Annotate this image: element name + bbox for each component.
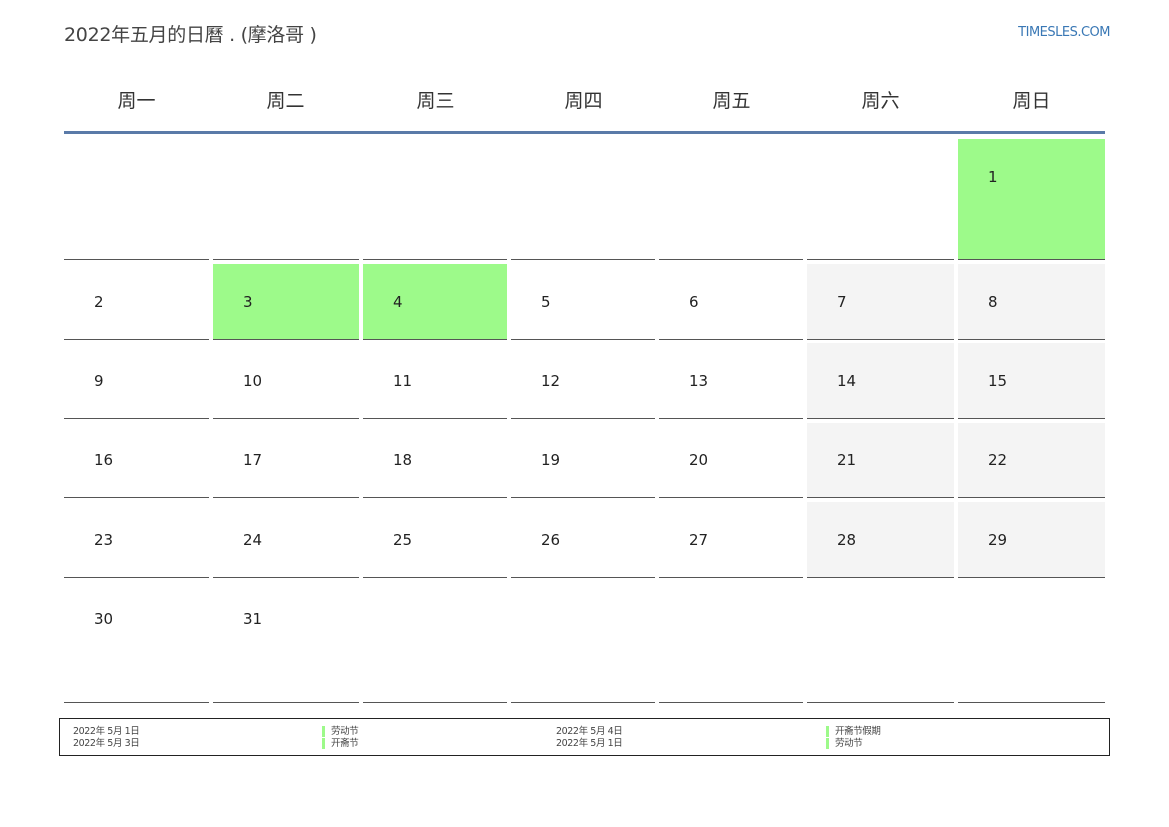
day-number: 11 [393, 372, 413, 390]
day-cell[interactable]: 12 [511, 343, 655, 419]
day-number: 7 [837, 293, 847, 311]
day-cell-holiday[interactable]: 4 [363, 264, 507, 340]
empty-cell [64, 139, 209, 260]
day-cell[interactable]: 23 [64, 502, 209, 578]
day-number: 12 [541, 372, 561, 390]
weekday-sun: 周日 [1012, 90, 1051, 112]
day-number: 29 [988, 531, 1008, 549]
day-cell-weekend[interactable]: 15 [958, 343, 1105, 419]
day-cell-holiday[interactable]: 3 [213, 264, 359, 340]
day-cell[interactable]: 9 [64, 343, 209, 419]
day-cell-holiday[interactable]: 1 [958, 139, 1105, 260]
empty-cell [511, 582, 655, 703]
day-number: 14 [837, 372, 857, 390]
weekday-thu: 周四 [564, 90, 603, 112]
day-cell[interactable]: 10 [213, 343, 359, 419]
day-number: 24 [243, 531, 263, 549]
day-cell[interactable]: 18 [363, 423, 507, 498]
legend-holiday-name: 劳动节 [322, 726, 359, 737]
day-cell-weekend[interactable]: 22 [958, 423, 1105, 498]
weekday-header: 周一 周二 周三 周四 周五 周六 周日 [64, 86, 1105, 116]
site-link[interactable]: TIMESLES.COM [1018, 25, 1110, 40]
day-number: 23 [94, 531, 114, 549]
empty-cell [363, 582, 507, 703]
day-number: 4 [393, 293, 403, 311]
day-number: 21 [837, 451, 857, 469]
day-number: 1 [988, 168, 998, 186]
day-number: 3 [243, 293, 253, 311]
day-cell[interactable]: 26 [511, 502, 655, 578]
legend-holiday-name: 开斋节假期 [826, 726, 881, 737]
day-cell-weekend[interactable]: 28 [807, 502, 954, 578]
day-cell-weekend[interactable]: 7 [807, 264, 954, 340]
weekday-wed: 周三 [416, 90, 455, 112]
header-divider [64, 131, 1105, 134]
day-cell[interactable]: 24 [213, 502, 359, 578]
weekday-fri: 周五 [712, 90, 751, 112]
day-number: 28 [837, 531, 857, 549]
legend-date: 2022年 5月 4日 [556, 726, 623, 737]
day-cell[interactable]: 2 [64, 264, 209, 340]
day-cell[interactable]: 19 [511, 423, 655, 498]
empty-cell [807, 582, 954, 703]
weekday-mon: 周一 [117, 90, 156, 112]
day-number: 27 [689, 531, 709, 549]
day-number: 30 [94, 610, 114, 628]
day-number: 17 [243, 451, 263, 469]
day-number: 6 [689, 293, 699, 311]
day-number: 20 [689, 451, 709, 469]
day-number: 18 [393, 451, 413, 469]
empty-cell [659, 139, 803, 260]
day-number: 10 [243, 372, 263, 390]
empty-cell [511, 139, 655, 260]
day-number: 31 [243, 610, 263, 628]
day-cell-weekend[interactable]: 8 [958, 264, 1105, 340]
day-cell-weekend[interactable]: 29 [958, 502, 1105, 578]
day-number: 15 [988, 372, 1008, 390]
day-cell[interactable]: 11 [363, 343, 507, 419]
day-number: 13 [689, 372, 709, 390]
day-cell[interactable]: 5 [511, 264, 655, 340]
day-cell[interactable]: 6 [659, 264, 803, 340]
day-cell[interactable]: 17 [213, 423, 359, 498]
day-number: 25 [393, 531, 413, 549]
day-number: 26 [541, 531, 561, 549]
weekday-sat: 周六 [861, 90, 900, 112]
day-cell-weekend[interactable]: 21 [807, 423, 954, 498]
holiday-legend: 2022年 5月 1日 劳动节 2022年 5月 3日 开斋节 2022年 5月… [59, 718, 1110, 756]
empty-cell [958, 582, 1105, 703]
day-number: 2 [94, 293, 104, 311]
day-number: 16 [94, 451, 114, 469]
day-number: 8 [988, 293, 998, 311]
day-cell[interactable]: 16 [64, 423, 209, 498]
empty-cell [807, 139, 954, 260]
day-cell[interactable]: 27 [659, 502, 803, 578]
day-cell[interactable]: 31 [213, 582, 359, 703]
day-number: 22 [988, 451, 1008, 469]
empty-cell [659, 582, 803, 703]
legend-date: 2022年 5月 3日 [73, 738, 140, 749]
day-number: 19 [541, 451, 561, 469]
legend-date: 2022年 5月 1日 [556, 738, 623, 749]
empty-cell [363, 139, 507, 260]
weekday-tue: 周二 [266, 90, 305, 112]
day-cell[interactable]: 25 [363, 502, 507, 578]
empty-cell [213, 139, 359, 260]
legend-holiday-name: 开斋节 [322, 738, 359, 749]
day-cell[interactable]: 20 [659, 423, 803, 498]
page-title: 2022年五月的日曆 . (摩洛哥 ) [64, 24, 317, 46]
day-cell-weekend[interactable]: 14 [807, 343, 954, 419]
legend-holiday-name: 劳动节 [826, 738, 863, 749]
day-number: 5 [541, 293, 551, 311]
day-cell[interactable]: 30 [64, 582, 209, 703]
day-cell[interactable]: 13 [659, 343, 803, 419]
legend-date: 2022年 5月 1日 [73, 726, 140, 737]
day-number: 9 [94, 372, 104, 390]
